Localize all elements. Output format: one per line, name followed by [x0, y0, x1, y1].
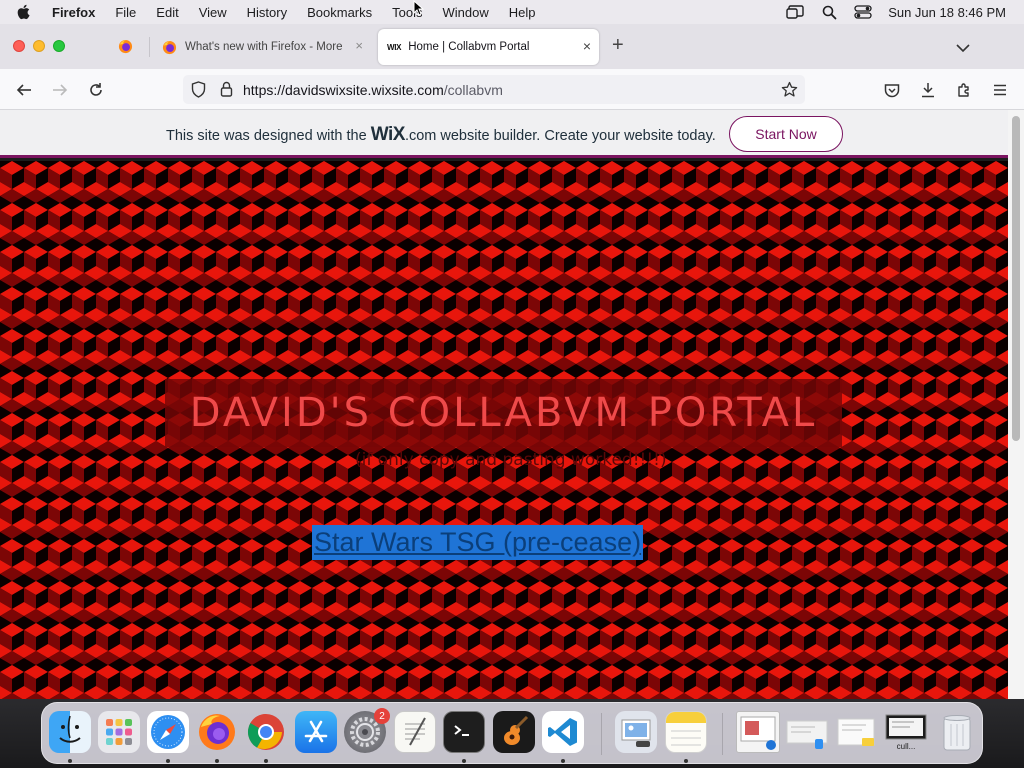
menu-file[interactable]: File	[105, 5, 146, 20]
launchpad-icon[interactable]	[98, 711, 140, 753]
address-bar[interactable]: https://davidswixsite.wixsite.com/collab…	[183, 75, 805, 104]
wix-banner-message: This site was designed with the WiX.com …	[166, 124, 716, 146]
menu-history[interactable]: History	[237, 5, 297, 20]
pocket-icon[interactable]	[879, 77, 905, 103]
menu-tools[interactable]: Tools	[382, 5, 432, 20]
minimized-window-thumbnail[interactable]	[785, 711, 829, 753]
navigation-toolbar: https://davidswixsite.wixsite.com/collab…	[0, 69, 1024, 110]
vertical-scrollbar[interactable]	[1008, 110, 1024, 699]
star-wars-tsg-link[interactable]: Star Wars TSG (pre-cease)	[312, 525, 644, 560]
dock: 2 cull...	[41, 702, 983, 764]
minimized-window-thumbnail[interactable]: cull...	[883, 711, 929, 753]
url-text[interactable]: https://davidswixsite.wixsite.com/collab…	[243, 82, 503, 98]
minimized-window-thumbnail[interactable]	[834, 711, 878, 753]
screen-mirroring-icon[interactable]	[778, 5, 812, 19]
system-settings-badge: 2	[374, 708, 390, 724]
wix-banner-text-before: This site was designed with the	[166, 128, 371, 144]
tab-strip: What's new with Firefox - More × WIX Hom…	[0, 24, 1024, 69]
firefox-icon	[162, 40, 177, 55]
terminal-icon[interactable]	[443, 711, 485, 753]
menu-help[interactable]: Help	[499, 5, 546, 20]
lock-icon[interactable]	[220, 81, 233, 102]
textedit-icon[interactable]	[394, 711, 436, 753]
page-title: DAVID'S COLLABVM PORTAL	[189, 390, 818, 436]
tab-whats-new-firefox[interactable]: What's new with Firefox - More ×	[155, 29, 373, 65]
mouse-cursor	[413, 0, 425, 21]
close-window-button[interactable]	[13, 40, 25, 52]
menu-window[interactable]: Window	[433, 5, 499, 20]
url-host: https://davidswixsite.wixsite.com	[243, 82, 444, 98]
wix-logo: WiX	[370, 124, 406, 145]
firefox-icon	[118, 39, 133, 57]
menu-app-name[interactable]: Firefox	[46, 5, 105, 20]
preview-icon[interactable]	[615, 711, 657, 753]
spotlight-search-icon[interactable]	[812, 5, 846, 20]
forward-button[interactable]	[47, 77, 73, 103]
tab-collabvm-portal[interactable]: WIX Home | Collabvm Portal ×	[378, 29, 599, 65]
notes-icon[interactable]	[665, 711, 707, 753]
menu-bar-clock[interactable]: Sun Jun 18 8:46 PM	[880, 5, 1024, 20]
app-store-icon[interactable]	[295, 711, 337, 753]
bookmark-star-icon[interactable]	[781, 81, 798, 103]
minimized-window-thumbnail[interactable]	[736, 711, 780, 753]
list-all-tabs-icon[interactable]	[956, 40, 970, 58]
extensions-icon[interactable]	[951, 77, 977, 103]
chrome-icon[interactable]	[245, 711, 287, 753]
apple-menu-icon[interactable]	[0, 4, 46, 20]
tracking-protection-shield-icon[interactable]	[191, 81, 206, 103]
start-now-button[interactable]: Start Now	[729, 116, 843, 152]
pinned-tab-firefox[interactable]	[112, 38, 138, 58]
zoom-window-button[interactable]	[53, 40, 65, 52]
menu-bookmarks[interactable]: Bookmarks	[297, 5, 382, 20]
vscode-icon[interactable]	[542, 711, 584, 753]
page-title-box: DAVID'S COLLABVM PORTAL	[165, 379, 842, 447]
app-menu-hamburger-icon[interactable]	[987, 77, 1013, 103]
wix-favicon: WIX	[387, 42, 402, 52]
reload-button[interactable]	[83, 77, 109, 103]
back-button[interactable]	[11, 77, 37, 103]
close-tab-icon[interactable]: ×	[583, 38, 591, 54]
close-tab-icon[interactable]: ×	[355, 38, 363, 53]
wix-banner-text-after: .com website builder. Create your websit…	[404, 128, 716, 144]
tab-title: What's new with Firefox - More	[185, 41, 343, 53]
menu-edit[interactable]: Edit	[146, 5, 188, 20]
finder-icon[interactable]	[49, 711, 91, 753]
wix-promo-banner: This site was designed with the WiX.com …	[0, 110, 1008, 158]
trash-icon[interactable]	[936, 711, 978, 753]
tab-title: Home | Collabvm Portal	[408, 41, 530, 53]
page-content: DAVID'S COLLABVM PORTAL (if only copy an…	[0, 161, 1008, 699]
firefox-icon[interactable]	[196, 711, 238, 753]
control-center-icon[interactable]	[846, 5, 880, 19]
garageband-icon[interactable]	[493, 711, 535, 753]
menu-bar: Firefox File Edit View History Bookmarks…	[0, 0, 1024, 24]
url-path: /collabvm	[443, 82, 503, 98]
new-tab-button[interactable]: +	[612, 34, 624, 57]
scrollbar-thumb[interactable]	[1012, 116, 1020, 441]
page-subtitle: (if only copy and pasting worked!!!!)	[355, 450, 667, 470]
minimize-window-button[interactable]	[33, 40, 45, 52]
downloads-icon[interactable]	[915, 77, 941, 103]
minimized-window-label: cull...	[896, 742, 916, 751]
menu-view[interactable]: View	[189, 5, 237, 20]
safari-icon[interactable]	[147, 711, 189, 753]
